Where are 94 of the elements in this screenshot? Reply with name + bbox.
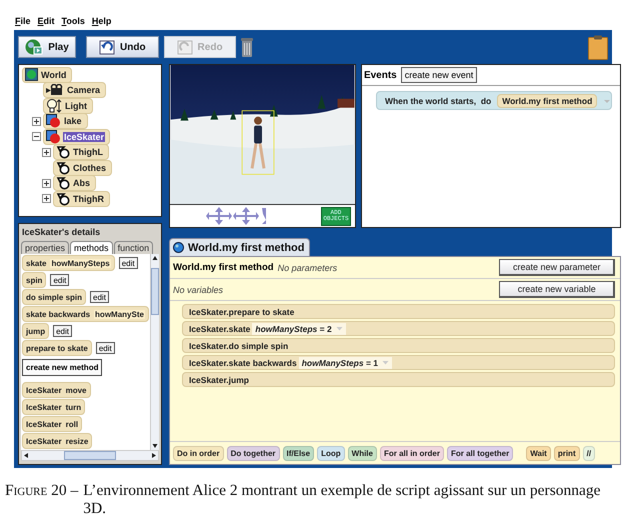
expand-icon[interactable] (42, 194, 51, 204)
statement-block[interactable]: IceSkater.do simple spin (182, 338, 616, 353)
globe-icon (25, 68, 38, 82)
trash-can-icon[interactable] (240, 37, 253, 57)
horizontal-scrollbar[interactable] (21, 450, 159, 461)
menu-item[interactable]: Tools (62, 16, 85, 26)
sphere-icon (172, 242, 184, 253)
edit-button[interactable]: edit (118, 257, 138, 269)
edit-button[interactable]: edit (96, 342, 115, 354)
part-icon (56, 145, 70, 160)
control-tile[interactable]: // (582, 446, 596, 460)
scroll-right-icon[interactable] (150, 451, 158, 460)
tree-node[interactable]: ThighL (53, 144, 109, 160)
scrollbar-thumb[interactable] (64, 451, 116, 460)
part-icon (56, 176, 70, 190)
statement-block[interactable]: IceSkater.skate howManySteps = 2 (182, 321, 616, 336)
argument-dropdown[interactable]: howManySteps = 1 (298, 356, 392, 368)
method-name: World.my first method (172, 262, 274, 273)
control-tile[interactable]: Loop (317, 446, 345, 460)
expand-icon[interactable] (32, 116, 41, 126)
statement-block[interactable]: IceSkater.skate backwards howManySteps = 1 (182, 355, 616, 370)
scrollbar-thumb[interactable] (150, 268, 159, 315)
caret-icon (382, 360, 389, 365)
menu-item[interactable]: File (15, 16, 31, 26)
play-icon (25, 39, 44, 55)
control-tile[interactable]: While (348, 446, 377, 460)
part-icon (56, 160, 70, 175)
method-tile[interactable]: IceSkater turn (22, 399, 86, 415)
statement-block[interactable]: IceSkater.jump (182, 372, 616, 387)
method-tile[interactable]: prepare to skate (22, 340, 92, 356)
object-icon (46, 114, 61, 128)
menu-item[interactable]: Help (92, 16, 112, 26)
variables-note: No variables (172, 284, 223, 294)
camera-icon (46, 84, 64, 97)
edit-button[interactable]: edit (90, 291, 109, 303)
clipboard-icon[interactable] (588, 34, 608, 60)
scroll-left-icon[interactable] (22, 451, 30, 460)
create-event-button[interactable]: create new event (400, 67, 478, 83)
control-tile[interactable]: Wait (526, 446, 551, 460)
method-tile[interactable]: skate howManySteps (22, 255, 115, 271)
tree-node[interactable]: World (22, 66, 72, 83)
figure-label: Figure 20 – (5, 482, 78, 501)
edit-button[interactable]: edit (50, 274, 70, 286)
create-method-button[interactable]: create new method (22, 359, 102, 376)
method-dropdown[interactable]: World.my first method (497, 94, 598, 108)
method-tile[interactable]: jump (22, 323, 50, 339)
tree-node[interactable]: lake (43, 113, 88, 130)
control-tile[interactable]: Do in order (172, 446, 224, 460)
create-variable-button[interactable]: create new variable (499, 281, 616, 298)
scroll-up-icon[interactable] (150, 254, 159, 262)
light-bulb-icon (46, 98, 62, 113)
tab[interactable]: properties (21, 241, 70, 254)
collapse-icon[interactable] (32, 132, 41, 142)
tree-node[interactable]: ThighR (53, 190, 110, 207)
tree-node[interactable]: Camera (43, 82, 106, 98)
statement-block[interactable]: IceSkater.prepare to skate (182, 304, 616, 319)
method-tile[interactable]: do simple spin (22, 289, 86, 305)
control-tile[interactable]: For all together (447, 446, 514, 460)
event-trigger: When the world starts, do (384, 96, 492, 106)
part-icon (56, 192, 70, 206)
method-tile[interactable]: skate backwards howManySte (22, 306, 149, 322)
redo-icon (176, 40, 193, 54)
control-tile[interactable]: print (554, 446, 580, 460)
tree-node[interactable]: Abs (53, 175, 96, 192)
vertical-scrollbar[interactable] (150, 254, 159, 450)
expand-icon[interactable] (42, 178, 51, 188)
menu-item[interactable]: Edit (38, 16, 55, 26)
tab[interactable]: methods (70, 241, 113, 254)
control-tile[interactable]: If/Else (282, 446, 314, 460)
create-parameter-button[interactable]: create new parameter (499, 259, 616, 276)
method-tab[interactable]: World.my first method (168, 238, 310, 256)
undo-icon (99, 40, 115, 54)
caret-icon (336, 326, 343, 331)
parameters-note: No parameters (278, 262, 338, 272)
expand-icon[interactable] (42, 148, 51, 157)
control-tile[interactable]: For all in order (380, 446, 444, 460)
method-tile[interactable]: spin (22, 272, 46, 288)
control-tile[interactable]: Do together (226, 446, 280, 460)
event-block[interactable]: When the world starts, do World.my first method (376, 91, 612, 110)
tree-node[interactable]: Clothes (53, 160, 112, 176)
tree-node[interactable]: IceSkater (43, 128, 110, 145)
events-title: Events (364, 70, 397, 80)
edit-button[interactable]: edit (53, 325, 72, 337)
method-tile[interactable]: IceSkater move (22, 382, 90, 398)
tab[interactable]: function (114, 241, 154, 254)
object-icon (46, 130, 61, 144)
figure-caption: L’environnement Alice 2 montrant un exemple de script agissant sur un personnage 3D. (83, 482, 602, 518)
method-tile[interactable]: IceSkater resize (22, 433, 92, 449)
undo-button[interactable]: Undo (86, 36, 159, 58)
method-tile[interactable]: IceSkater roll (22, 416, 82, 432)
details-title: IceSkater's details (21, 226, 102, 239)
argument-dropdown[interactable]: howManySteps = 2 (252, 322, 346, 334)
play-button[interactable]: Play (18, 36, 76, 58)
tree-node[interactable]: Light (43, 98, 93, 114)
